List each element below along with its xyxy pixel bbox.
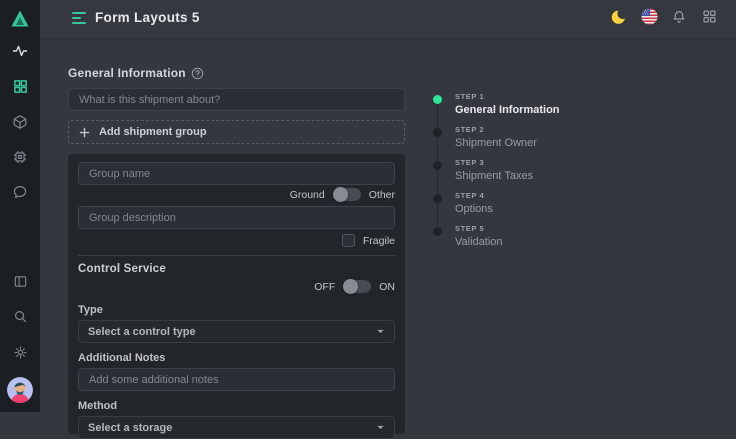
activity-icon bbox=[12, 43, 28, 64]
step-dot bbox=[433, 161, 442, 170]
step-number: STEP 5 bbox=[455, 224, 503, 233]
sidebar-search-button[interactable] bbox=[0, 310, 40, 328]
bell-icon bbox=[671, 9, 687, 30]
ground-other-switch[interactable] bbox=[333, 188, 361, 201]
gear-icon bbox=[13, 345, 28, 365]
apps-menu-button[interactable] bbox=[700, 10, 718, 28]
step-dot bbox=[433, 194, 442, 203]
theme-toggle-button[interactable] bbox=[610, 10, 628, 28]
help-question-icon[interactable] bbox=[191, 67, 204, 80]
moon-icon bbox=[611, 9, 627, 30]
stepper-step-2[interactable]: STEP 2 Shipment Owner bbox=[433, 125, 560, 158]
us-flag-icon bbox=[641, 8, 658, 30]
avatar-image bbox=[7, 390, 33, 403]
chat-icon bbox=[12, 184, 28, 205]
step-number: STEP 3 bbox=[455, 158, 533, 167]
page-title: Form Layouts 5 bbox=[95, 10, 200, 25]
step-number: STEP 1 bbox=[455, 92, 560, 101]
step-number: STEP 4 bbox=[455, 191, 493, 200]
step-dot bbox=[433, 128, 442, 137]
step-title: Shipment Owner bbox=[455, 137, 537, 149]
plus-icon bbox=[79, 127, 90, 138]
group-name-input[interactable] bbox=[78, 162, 395, 185]
fragile-label: Fragile bbox=[363, 235, 395, 247]
logo-triangle-icon bbox=[9, 8, 31, 32]
header-actions bbox=[610, 10, 718, 28]
add-shipment-group-label: Add shipment group bbox=[99, 126, 207, 138]
chip-icon bbox=[12, 149, 28, 170]
off-on-toggle-row: OFF ON bbox=[78, 279, 395, 294]
sidebar bbox=[0, 0, 40, 412]
step-dot-active bbox=[433, 95, 442, 104]
step-number: STEP 2 bbox=[455, 125, 537, 134]
storage-method-value: Select a storage bbox=[88, 422, 172, 434]
panel-icon bbox=[13, 274, 28, 294]
type-label: Type bbox=[78, 304, 395, 316]
switch-knob bbox=[333, 187, 348, 202]
group-description-input[interactable] bbox=[78, 206, 395, 229]
search-icon bbox=[13, 309, 28, 329]
app-logo[interactable] bbox=[0, 8, 40, 32]
method-label: Method bbox=[78, 400, 395, 412]
card-divider bbox=[78, 255, 395, 256]
additional-notes-label: Additional Notes bbox=[78, 352, 395, 364]
step-title: Options bbox=[455, 203, 493, 215]
user-avatar[interactable] bbox=[7, 377, 33, 403]
menu-toggle-button[interactable] bbox=[72, 12, 87, 25]
other-label: Other bbox=[369, 189, 395, 201]
control-type-value: Select a control type bbox=[88, 326, 196, 338]
chevron-down-icon bbox=[376, 327, 385, 336]
sidebar-item-layouts[interactable] bbox=[0, 80, 40, 98]
sidebar-item-extra[interactable] bbox=[0, 150, 40, 168]
stepper-step-4[interactable]: STEP 4 Options bbox=[433, 191, 560, 224]
step-title: Validation bbox=[455, 236, 503, 248]
section-title: General Information bbox=[68, 66, 186, 80]
sidebar-item-messages[interactable] bbox=[0, 185, 40, 203]
switch-knob bbox=[343, 279, 358, 294]
sidebar-item-components[interactable] bbox=[0, 115, 40, 133]
on-label: ON bbox=[379, 281, 395, 293]
header: Form Layouts 5 bbox=[40, 0, 736, 38]
sidebar-settings-button[interactable] bbox=[0, 346, 40, 364]
cube-icon bbox=[12, 114, 28, 135]
form-stepper: STEP 1 General Information STEP 2 Shipme… bbox=[433, 92, 560, 257]
step-title: Shipment Taxes bbox=[455, 170, 533, 182]
sidebar-toggle-panel[interactable] bbox=[0, 275, 40, 293]
stepper-step-1[interactable]: STEP 1 General Information bbox=[433, 92, 560, 125]
apps-grid-icon bbox=[702, 9, 717, 29]
off-label: OFF bbox=[314, 281, 335, 293]
shipment-group-card: Ground Other Fragile Control Service OFF… bbox=[68, 154, 405, 434]
additional-notes-input[interactable] bbox=[78, 368, 395, 391]
add-shipment-group-button[interactable]: Add shipment group bbox=[68, 120, 405, 144]
off-on-switch[interactable] bbox=[343, 280, 371, 293]
section-heading: General Information bbox=[68, 66, 204, 80]
grid-icon bbox=[13, 79, 28, 99]
storage-method-select[interactable]: Select a storage bbox=[78, 416, 395, 439]
ground-other-toggle-row: Ground Other bbox=[78, 187, 395, 202]
step-title: General Information bbox=[455, 104, 560, 116]
chevron-down-icon bbox=[376, 423, 385, 432]
hamburger-icon bbox=[72, 12, 86, 14]
control-service-title: Control Service bbox=[78, 263, 395, 275]
page: { "header": { "title": "Form Layouts 5" … bbox=[0, 0, 736, 412]
control-type-select[interactable]: Select a control type bbox=[78, 320, 395, 343]
language-selector-button[interactable] bbox=[640, 10, 658, 28]
shipment-about-input[interactable] bbox=[68, 88, 405, 111]
stepper-step-5[interactable]: STEP 5 Validation bbox=[433, 224, 560, 257]
fragile-row: Fragile bbox=[78, 233, 395, 248]
ground-label: Ground bbox=[290, 189, 325, 201]
step-dot bbox=[433, 227, 442, 236]
notifications-button[interactable] bbox=[670, 10, 688, 28]
sidebar-item-activity[interactable] bbox=[0, 44, 40, 62]
stepper-step-3[interactable]: STEP 3 Shipment Taxes bbox=[433, 158, 560, 191]
fragile-checkbox[interactable] bbox=[342, 234, 355, 247]
